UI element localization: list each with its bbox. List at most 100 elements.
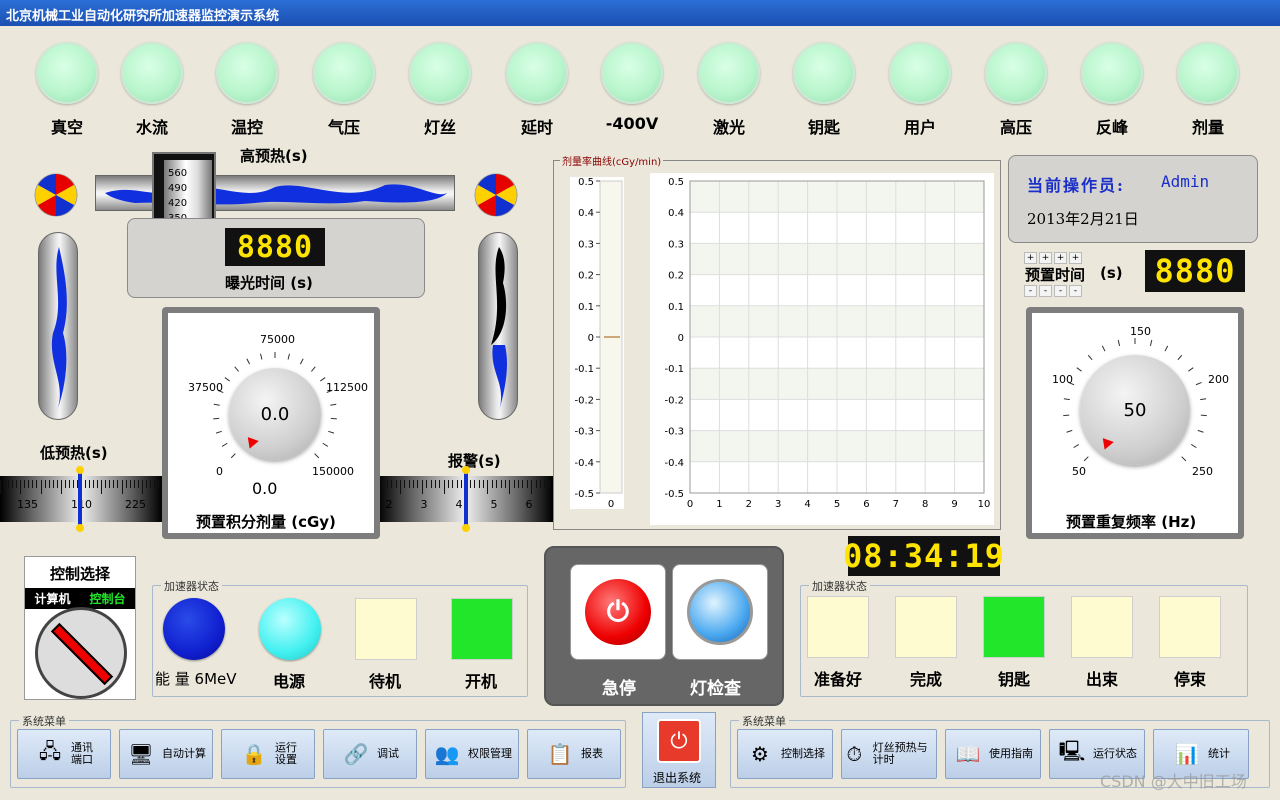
ruler-tick-label: 4 bbox=[455, 498, 463, 511]
decrement-button[interactable]: - bbox=[1039, 285, 1052, 297]
ruler-tick bbox=[64, 480, 66, 488]
dose-knob[interactable]: 0.0 bbox=[229, 368, 321, 460]
menu-button[interactable]: 🔗 调试 bbox=[323, 729, 417, 779]
chart-main-xtick: 3 bbox=[775, 499, 781, 510]
gauge-tick bbox=[1177, 354, 1183, 361]
vertical-scale-tick: 560 bbox=[168, 168, 188, 179]
indicator-label: 剂量 bbox=[1191, 118, 1224, 137]
preset-time-down-buttons[interactable]: ---- bbox=[1024, 285, 1082, 297]
control-select-switch[interactable] bbox=[35, 607, 127, 699]
ruler-tick bbox=[434, 480, 436, 488]
gauge-tick bbox=[299, 358, 304, 365]
estop-label: 急停 bbox=[602, 679, 636, 699]
menu-button[interactable]: 🔒 运行 设置 bbox=[221, 729, 315, 779]
menu-button[interactable]: 📖 使用指南 bbox=[945, 729, 1041, 779]
indicator-lamp bbox=[889, 42, 951, 104]
status-label: 停束 bbox=[1173, 670, 1206, 689]
menu-button[interactable]: 🖧 通讯 端口 bbox=[17, 729, 111, 779]
power-on-lamp bbox=[451, 598, 513, 660]
ruler-tick bbox=[24, 480, 26, 488]
exit-button[interactable]: ⏻ 退出系统 bbox=[642, 712, 716, 788]
ruler-tick bbox=[522, 480, 524, 488]
frequency-knob[interactable]: 50 bbox=[1080, 355, 1190, 465]
ruler-tick bbox=[28, 480, 30, 488]
indicator-label: 气压 bbox=[327, 118, 360, 137]
ruler-tick-label: 6 bbox=[525, 498, 533, 511]
decrement-button[interactable]: - bbox=[1024, 285, 1037, 297]
gauge-tick bbox=[230, 453, 236, 459]
computer-option: 计算机 bbox=[34, 592, 71, 606]
exposure-label: 曝光时间 (s) bbox=[225, 274, 313, 292]
dose-readout: 0.0 bbox=[252, 479, 278, 498]
chart-main-ytick: 0.1 bbox=[668, 302, 684, 313]
indicator-lamp bbox=[506, 42, 568, 104]
indicator-row: 真空 水流 温控 气压 灯丝 延时 -400V 激光 钥匙 用户 高压 反峰 剂量 bbox=[0, 40, 1280, 140]
lamp-check-label: 灯检查 bbox=[690, 679, 741, 699]
ruler-tick bbox=[526, 480, 528, 488]
ruler-tick bbox=[413, 480, 414, 488]
ruler-tick bbox=[113, 480, 115, 488]
low-preheat-label: 低预热(s) bbox=[40, 444, 108, 462]
decrement-button[interactable]: - bbox=[1054, 285, 1067, 297]
chart-left-ytick: 0.3 bbox=[578, 239, 594, 250]
chart-left-ytick: 0.5 bbox=[578, 177, 594, 188]
chart-main-xtick: 0 bbox=[687, 499, 693, 510]
ruler-tick bbox=[421, 480, 423, 494]
dose-scale-2: 75000 bbox=[260, 333, 295, 346]
dose-scale-1: 37500 bbox=[188, 381, 223, 394]
increment-button[interactable]: + bbox=[1024, 252, 1037, 264]
menu-button[interactable]: ⚙ 控制选择 bbox=[737, 729, 833, 779]
indicator-label: 用户 bbox=[903, 118, 936, 137]
estop-button[interactable]: ⏻ bbox=[570, 564, 666, 660]
preset-time-up-buttons[interactable]: + + + + bbox=[1024, 252, 1082, 264]
standby-label: 待机 bbox=[369, 672, 402, 691]
decrement-button[interactable]: - bbox=[1069, 285, 1082, 297]
status-label: 钥匙 bbox=[997, 670, 1030, 689]
menu-button[interactable]: 📋 报表 bbox=[527, 729, 621, 779]
knob-pointer-icon bbox=[1098, 434, 1114, 450]
window-title-bar: 北京机械工业自动化研究所加速器监控演示系统 bbox=[0, 0, 1280, 26]
ruler-tick bbox=[487, 480, 489, 494]
menu-button[interactable]: ⏱ 灯丝预热与计时 bbox=[841, 729, 937, 779]
increment-button[interactable]: + bbox=[1039, 252, 1052, 264]
dose-rate-chart-panel: 剂量率曲线(cGy/min) 0.5 0.4 0.3 0.2 0.1 0 -0.1 -0.2-… bbox=[553, 153, 1001, 530]
menu-button[interactable]: 👥 权限管理 bbox=[425, 729, 519, 779]
report-icon: 📋 bbox=[547, 742, 573, 766]
preset-time-label: 预置时间 bbox=[1025, 266, 1086, 284]
operator-name: Admin bbox=[1161, 172, 1210, 191]
chart-main-xtick: 5 bbox=[834, 499, 840, 510]
chart-left-ytick: 0.4 bbox=[578, 208, 594, 219]
menu-button[interactable]: 🖥 自动计算 bbox=[119, 729, 213, 779]
ruler-tick-label: 5 bbox=[490, 498, 498, 511]
ruler-tick bbox=[461, 480, 463, 488]
alarm-ruler[interactable]: 2 3 4 5 6 bbox=[378, 466, 553, 532]
control-select-icon: ⚙ bbox=[751, 742, 769, 766]
console-option: 控制台 bbox=[89, 592, 126, 606]
increment-button[interactable]: + bbox=[1069, 252, 1082, 264]
ruler-tick bbox=[93, 480, 95, 488]
ruler-tick bbox=[391, 480, 393, 488]
chart-main-xtick: 6 bbox=[863, 499, 869, 510]
gauge-tick bbox=[224, 377, 230, 382]
chart-main-ytick: -0.1 bbox=[664, 364, 684, 375]
estop-icon: ⏻ bbox=[585, 579, 651, 645]
lamp-check-button[interactable] bbox=[672, 564, 768, 660]
gauge-tick bbox=[1188, 367, 1194, 372]
chart-left-ytick: 0.2 bbox=[578, 271, 594, 282]
ruler-tick bbox=[544, 480, 546, 488]
permission-icon: 👥 bbox=[434, 742, 460, 766]
freq-scale-0: 50 bbox=[1072, 465, 1086, 478]
low-preheat-ruler[interactable]: 135110225 bbox=[0, 466, 162, 532]
gauge-tick bbox=[310, 366, 316, 372]
exit-label: 退出系统 bbox=[653, 771, 702, 785]
indicator-lamp bbox=[409, 42, 471, 104]
ruler-tick bbox=[97, 480, 99, 488]
increment-button[interactable]: + bbox=[1054, 252, 1067, 264]
dose-scale-0: 0 bbox=[216, 465, 223, 478]
vertical-scale-tick: 420 bbox=[168, 198, 188, 209]
gauge-tick bbox=[1066, 429, 1073, 433]
accel-status-left-title: 加速器状态 bbox=[161, 578, 222, 594]
valve-left-icon bbox=[33, 172, 79, 218]
on-label: 开机 bbox=[465, 672, 498, 691]
ruler-tick bbox=[452, 480, 454, 488]
